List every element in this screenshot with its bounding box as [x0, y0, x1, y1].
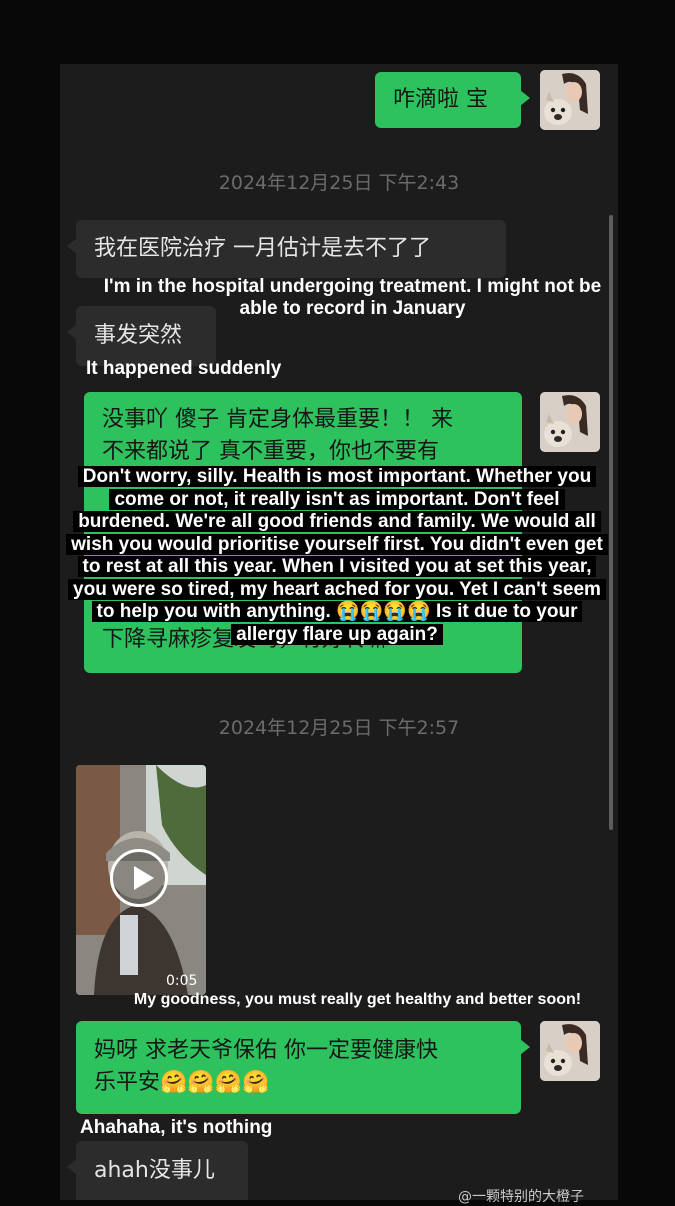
caption-line: It happened suddenly: [86, 358, 282, 379]
avatar-image: [540, 392, 600, 452]
avatar[interactable]: [540, 392, 600, 452]
video-message[interactable]: 0:05: [76, 765, 206, 995]
message-text-line: 妈呀 求老天爷保佑 你一定要健康快: [94, 1038, 438, 1063]
caption-line: come or not, it really isn't as importan…: [109, 488, 565, 510]
message-text-line: 乐平安🤗🤗🤗🤗: [94, 1070, 270, 1095]
avatar[interactable]: [540, 1021, 600, 1081]
message-text: 咋滴啦 宝: [393, 87, 488, 112]
message-text: 事发突然: [94, 323, 183, 348]
timestamp: 2024年12月25日 下午2:57: [218, 717, 460, 739]
avatar-image: [540, 70, 600, 130]
timestamp: 2024年12月25日 下午2:43: [218, 172, 460, 194]
caption-overlay: Ahahaha, it's nothing: [80, 1117, 380, 1139]
caption-overlay: Don't worry, silly. Health is most impor…: [62, 466, 612, 646]
message-text-line: 不来都说了 真不重要，你也不要有: [102, 439, 439, 464]
caption-overlay: My goodness, you must really get healthy…: [60, 989, 655, 1011]
caption-line: burdened. We're all good friends and fam…: [73, 511, 601, 532]
avatar[interactable]: [540, 70, 600, 130]
avatar-image: [540, 1021, 600, 1081]
message-bubble-outgoing[interactable]: 咋滴啦 宝: [375, 72, 530, 128]
play-icon[interactable]: [110, 849, 168, 907]
watermark: @一颗特别的大橙子: [458, 1189, 584, 1205]
caption-line: to rest at all this year. When I visited…: [77, 556, 597, 577]
caption-overlay: It happened suddenly: [86, 358, 386, 380]
caption-line: Don't worry, silly. Health is most impor…: [77, 466, 597, 487]
message-bubble-incoming[interactable]: 事发突然: [67, 306, 216, 366]
message-bubble-incoming[interactable]: ahah没事儿: [67, 1141, 248, 1200]
caption-line: wish you would prioritise yourself first…: [66, 533, 608, 555]
caption-line: I'm in the hospital undergoing treatment…: [103, 276, 602, 297]
message-text-line: 没事吖 傻子 肯定身体最重要！！ 来: [102, 407, 453, 432]
message-text: ahah没事儿: [94, 1158, 215, 1183]
caption-line: you were so tired, my heart ached for yo…: [68, 578, 606, 600]
video-duration: 0:05: [166, 973, 198, 989]
caption-line: allergy flare up again?: [231, 623, 443, 645]
message-text: 我在医院治疗 一月估计是去不了了: [94, 236, 431, 261]
message-bubble-incoming[interactable]: 我在医院治疗 一月估计是去不了了: [67, 220, 506, 278]
caption-line: Ahahaha, it's nothing: [80, 1117, 273, 1138]
caption-line: My goodness, you must really get healthy…: [133, 991, 582, 1008]
message-bubble-outgoing[interactable]: 妈呀 求老天爷保佑 你一定要健康快 乐平安🤗🤗🤗🤗: [76, 1021, 530, 1114]
caption-line: to help you with anything. 😭😭😭😭 Is it du…: [91, 601, 583, 622]
